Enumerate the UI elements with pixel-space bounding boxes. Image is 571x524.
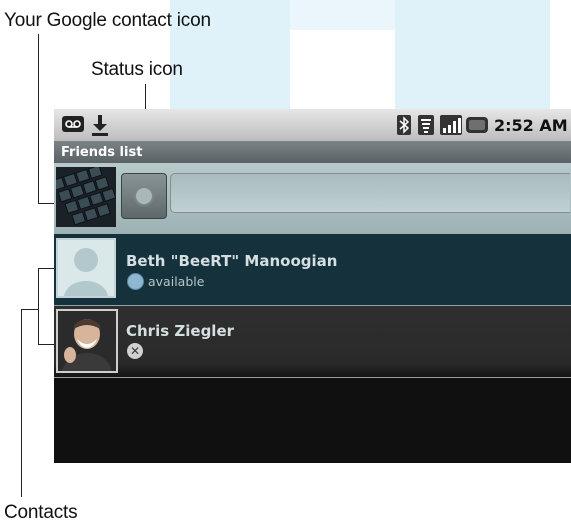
clock-time: 2:52 AM [494,116,568,135]
status-available-icon [127,273,144,290]
self-row [54,163,571,234]
face-photo-icon [58,311,116,371]
contact-avatar-placeholder [56,238,116,298]
leader-contact-icon-vertical [38,34,39,204]
page-title: Friends list [61,145,143,160]
download-icon [90,113,110,137]
phone-screen: 2:52 AM Friends list Beth "BeeRT" Manoog… [54,109,571,463]
bluetooth-icon [397,115,411,135]
status-message-input[interactable] [170,173,570,213]
callout-contact-icon: Your Google contact icon [4,10,211,31]
leader-contacts-bottom-tick [38,344,54,345]
person-silhouette-icon [64,248,108,296]
leader-contacts-vertical [21,309,22,497]
signal-icon [440,115,462,135]
status-selector-button[interactable] [121,173,167,219]
self-avatar[interactable] [56,167,116,227]
battery-icon [466,117,488,133]
leader-contacts-top-tick [38,268,54,269]
background-shape-top [290,0,395,30]
contact-status: available [148,274,205,289]
contact-name: Chris Ziegler [126,322,235,340]
contact-row-chris[interactable]: Chris Ziegler ✕ [54,306,571,378]
callout-contacts: Contacts [4,502,78,523]
friends-list-titlebar: Friends list [54,141,571,163]
callout-status-icon: Status icon [91,59,183,80]
wifi-icon [418,115,434,135]
leader-contacts-bracket [38,268,39,345]
contact-row-beth[interactable]: Beth "BeeRT" Manoogian available [54,234,571,306]
contact-name: Beth "BeeRT" Manoogian [126,252,338,270]
status-bar: 2:52 AM [54,109,571,141]
status-offline-icon: ✕ [127,343,143,359]
leader-contacts-horizontal [21,309,39,310]
voicemail-icon [62,116,84,132]
status-icon [134,186,154,206]
leader-contact-icon-horizontal [38,203,54,204]
empty-list-area [54,378,571,463]
contact-avatar-photo [56,309,118,373]
keyboard-image-icon [56,167,116,227]
